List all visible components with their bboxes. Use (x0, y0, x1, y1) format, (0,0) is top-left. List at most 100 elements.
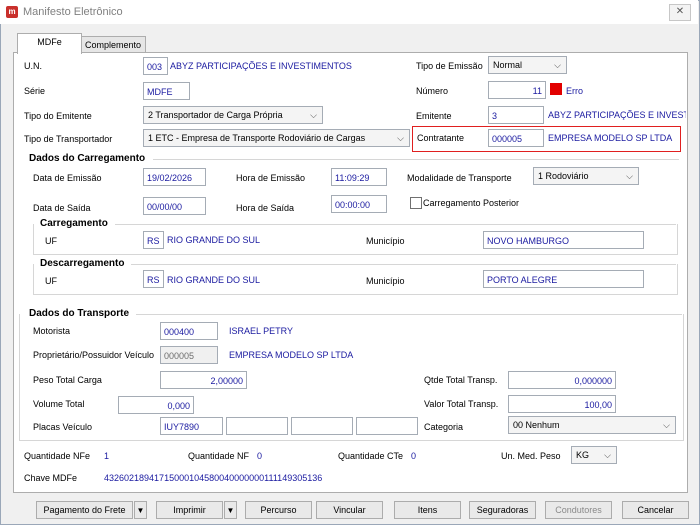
tipo-emitente-select[interactable]: 2 Transportador de Carga Própria ⌵ (143, 106, 323, 124)
quantidade-cte-value: 0 (411, 451, 417, 461)
carregamento-posterior-label: Carregamento Posterior (423, 198, 520, 208)
group-divider (153, 159, 679, 160)
proprietario-code-field[interactable]: 000005 (160, 346, 218, 364)
un-med-peso-select[interactable]: KG ⌵ (571, 446, 617, 464)
motorista-label: Motorista (33, 326, 71, 336)
tipo-emitente-label: Tipo do Emitente (24, 111, 92, 121)
contratante-name: EMPRESA MODELO SP LTDA (548, 133, 673, 143)
error-status-icon (550, 83, 562, 95)
emitente-name: ABYZ PARTICIPAÇÕES E INVESTIMENTOS (548, 110, 686, 120)
close-button[interactable]: ✕ (669, 4, 691, 21)
dados-transporte-title: Dados do Transporte (29, 308, 130, 319)
carregamento-title: Carregamento (40, 218, 108, 229)
seguradoras-button[interactable]: Seguradoras (469, 501, 536, 519)
chevron-down-icon: ⌵ (604, 450, 611, 460)
tab-mdfe[interactable]: MDFe (17, 33, 82, 54)
carregamento-uf-field[interactable]: RS (143, 231, 164, 249)
valor-field[interactable]: 100,00 (508, 395, 616, 413)
valor-label: Valor Total Transp. (424, 399, 499, 409)
contratante-code-field[interactable]: 000005 (488, 129, 544, 147)
tipo-emissao-select[interactable]: Normal ⌵ (488, 56, 567, 74)
descarregamento-municipio-field[interactable]: PORTO ALEGRE (483, 270, 644, 288)
placa-field-2[interactable] (226, 417, 288, 435)
descarregamento-title: Descarregamento (40, 258, 125, 269)
carregamento-posterior-checkbox[interactable] (410, 197, 422, 209)
erro-label: Erro (566, 86, 584, 96)
contratante-label: Contratante (417, 133, 465, 143)
quantidade-cte-label: Quantidade CTe (338, 451, 404, 461)
quantidade-nfe-value: 1 (104, 451, 110, 461)
data-saida-label: Data de Saída (33, 203, 91, 213)
categoria-select[interactable]: 00 Nenhum ⌵ (508, 416, 676, 434)
numero-label: Número (416, 86, 449, 96)
quantidade-nf-label: Quantidade NF (188, 451, 250, 461)
data-emissao-label: Data de Emissão (33, 173, 102, 183)
group-divider (131, 264, 676, 265)
itens-button[interactable]: Itens (394, 501, 461, 519)
pagamento-dropdown-button[interactable]: ▼ (134, 501, 147, 519)
condutores-button[interactable]: Condutores (545, 501, 612, 519)
chevron-down-icon: ⌵ (626, 171, 633, 181)
carregamento-municipio-field[interactable]: NOVO HAMBURGO (483, 231, 644, 249)
motorista-name: ISRAEL PETRY (229, 326, 294, 336)
un-code-field[interactable]: 003 (143, 57, 168, 75)
un-name: ABYZ PARTICIPAÇÕES E INVESTIMENTOS (170, 61, 352, 71)
volume-label: Volume Total (33, 399, 85, 409)
descarregamento-uf-field[interactable]: RS (143, 270, 164, 288)
descarregamento-municipio-label: Município (366, 276, 405, 286)
imprimir-dropdown-button[interactable]: ▼ (224, 501, 237, 519)
chevron-down-icon: ⌵ (554, 60, 561, 70)
tipo-emissao-value: Normal (493, 60, 523, 70)
carregamento-uf-name: RIO GRANDE DO SUL (167, 235, 261, 245)
app-icon: m (6, 6, 18, 18)
un-med-peso-value: KG (576, 450, 590, 460)
placa-field-4[interactable] (356, 417, 418, 435)
group-divider (136, 314, 682, 315)
peso-field[interactable]: 2,00000 (160, 371, 247, 389)
vincular-button[interactable]: Vincular (316, 501, 383, 519)
chave-mdfe-value: 4326021894171500010458004000000011114930… (104, 473, 323, 483)
serie-label: Série (24, 86, 46, 96)
hora-saida-field[interactable]: 00:00:00 (331, 195, 387, 213)
un-med-peso-label: Un. Med. Peso (501, 451, 561, 461)
qtde-label: Qtde Total Transp. (424, 375, 498, 385)
tipo-emitente-value: 2 Transportador de Carga Própria (148, 110, 283, 120)
dados-carregamento-title: Dados do Carregamento (29, 153, 146, 164)
chave-mdfe-label: Chave MDFe (24, 473, 78, 483)
cancelar-button[interactable]: Cancelar (622, 501, 689, 519)
descarregamento-uf-name: RIO GRANDE DO SUL (167, 275, 261, 285)
chevron-down-icon: ⌵ (310, 110, 317, 120)
motorista-code-field[interactable]: 000400 (160, 322, 218, 340)
peso-label: Peso Total Carga (33, 375, 102, 385)
chevron-down-icon: ⌵ (397, 133, 404, 143)
tab-complemento[interactable]: Complemento (80, 36, 146, 53)
hora-emissao-field[interactable]: 11:09:29 (331, 168, 387, 186)
window-title: Manifesto Eletrônico (23, 6, 123, 18)
imprimir-button[interactable]: Imprimir (156, 501, 223, 519)
percurso-button[interactable]: Percurso (245, 501, 312, 519)
volume-field[interactable]: 0,000 (118, 396, 194, 414)
quantidade-nf-value: 0 (257, 451, 263, 461)
group-divider (115, 224, 676, 225)
qtde-field[interactable]: 0,000000 (508, 371, 616, 389)
title-bar: m Manifesto Eletrônico ✕ (0, 0, 698, 24)
modalidade-select[interactable]: 1 Rodoviário ⌵ (533, 167, 639, 185)
numero-field[interactable]: 11 (488, 81, 546, 99)
emitente-code-field[interactable]: 3 (488, 106, 544, 124)
pagamento-frete-button[interactable]: Pagamento do Frete (36, 501, 133, 519)
placas-label: Placas Veículo (33, 422, 93, 432)
categoria-label: Categoria (424, 422, 464, 432)
categoria-value: 00 Nenhum (513, 420, 560, 430)
serie-field[interactable]: MDFE (143, 82, 190, 100)
hora-emissao-label: Hora de Emissão (236, 173, 306, 183)
tipo-transportador-label: Tipo de Transportador (24, 134, 113, 144)
data-saida-field[interactable]: 00/00/00 (143, 197, 206, 215)
tipo-transportador-select[interactable]: 1 ETC - Empresa de Transporte Rodoviário… (143, 129, 410, 147)
proprietario-name: EMPRESA MODELO SP LTDA (229, 350, 354, 360)
placa-field-3[interactable] (291, 417, 353, 435)
placa-field-1[interactable]: IUY7890 (160, 417, 223, 435)
data-emissao-field[interactable]: 19/02/2026 (143, 168, 206, 186)
un-label: U.N. (24, 61, 42, 71)
hora-saida-label: Hora de Saída (236, 203, 295, 213)
modalidade-label: Modalidade de Transporte (407, 173, 512, 183)
